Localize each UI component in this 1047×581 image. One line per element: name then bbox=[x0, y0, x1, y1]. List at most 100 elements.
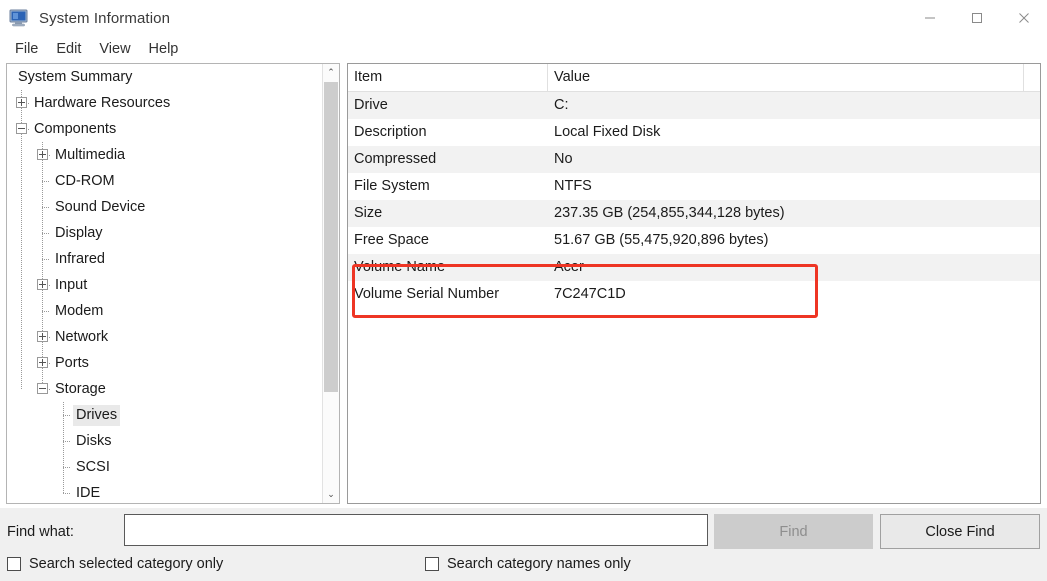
tree-scrollbar[interactable]: ⌃ ⌄ bbox=[322, 64, 339, 503]
table-cell-value: No bbox=[548, 146, 1024, 173]
search-selected-category-checkbox[interactable] bbox=[7, 557, 21, 571]
category-tree[interactable]: System Summary Hardware Resources Componen… bbox=[7, 64, 322, 503]
minimize-button[interactable] bbox=[906, 0, 953, 36]
tree-item-disks[interactable]: Disks bbox=[7, 428, 322, 454]
tree-item-modem[interactable]: Modem bbox=[7, 298, 322, 324]
close-button[interactable] bbox=[1000, 0, 1047, 36]
category-tree-panel: System Summary Hardware Resources Componen… bbox=[6, 63, 340, 504]
tree-connector bbox=[49, 285, 51, 286]
details-header-row: Item Value bbox=[348, 64, 1040, 92]
table-cell-value: NTFS bbox=[548, 173, 1024, 200]
table-cell-value: 51.67 GB (55,475,920,896 bytes) bbox=[548, 227, 1024, 254]
table-row[interactable]: Free Space51.67 GB (55,475,920,896 bytes… bbox=[348, 227, 1040, 254]
tree-connector bbox=[28, 129, 30, 130]
tree-connector bbox=[49, 155, 51, 156]
close-find-button[interactable]: Close Find bbox=[880, 514, 1040, 549]
tree-item-system-summary[interactable]: System Summary bbox=[7, 64, 322, 90]
tree-item-storage[interactable]: Storage bbox=[7, 376, 322, 402]
tree-item-label: Sound Device bbox=[52, 197, 148, 218]
window-title: System Information bbox=[39, 10, 170, 27]
search-selected-category-label: Search selected category only bbox=[29, 556, 223, 572]
column-header-item[interactable]: Item bbox=[348, 64, 548, 91]
table-cell-value: C: bbox=[548, 92, 1024, 119]
tree-item-sound-device[interactable]: Sound Device bbox=[7, 194, 322, 220]
menu-item-file[interactable]: File bbox=[6, 39, 47, 59]
collapse-icon[interactable] bbox=[37, 383, 48, 394]
expand-icon[interactable] bbox=[16, 97, 27, 108]
window-controls bbox=[906, 0, 1047, 36]
find-input[interactable] bbox=[124, 514, 708, 546]
tree-item-ports[interactable]: Ports bbox=[7, 350, 322, 376]
title-bar: System Information bbox=[0, 0, 1047, 36]
maximize-button[interactable] bbox=[953, 0, 1000, 36]
table-cell-item: Volume Serial Number bbox=[348, 281, 548, 308]
expand-icon[interactable] bbox=[37, 331, 48, 342]
table-cell-item: File System bbox=[348, 173, 548, 200]
tree-item-label: Modem bbox=[52, 301, 106, 322]
tree-item-label: Storage bbox=[52, 379, 109, 400]
scroll-down-icon[interactable]: ⌄ bbox=[323, 486, 339, 503]
tree-item-components[interactable]: Components bbox=[7, 116, 322, 142]
tree-item-label: Components bbox=[31, 119, 119, 140]
tree-item-label: IDE bbox=[73, 483, 103, 503]
tree-item-network[interactable]: Network bbox=[7, 324, 322, 350]
table-row[interactable]: DriveC: bbox=[348, 92, 1040, 119]
table-row[interactable]: Size237.35 GB (254,855,344,128 bytes) bbox=[348, 200, 1040, 227]
table-cell-item: Volume Name bbox=[348, 254, 548, 281]
tree-item-label: Multimedia bbox=[52, 145, 128, 166]
tree-item-input[interactable]: Input bbox=[7, 272, 322, 298]
search-selected-category-checkbox-row[interactable]: Search selected category only bbox=[7, 556, 223, 572]
tree-connector bbox=[49, 363, 51, 364]
tree-connector bbox=[63, 441, 71, 442]
tree-item-label: Ports bbox=[52, 353, 92, 374]
table-cell-value: 7C247C1D bbox=[548, 281, 1024, 308]
tree-item-scsi[interactable]: SCSI bbox=[7, 454, 322, 480]
table-row[interactable]: Volume Serial Number7C247C1D bbox=[348, 281, 1040, 308]
table-cell-item: Free Space bbox=[348, 227, 548, 254]
tree-item-multimedia[interactable]: Multimedia bbox=[7, 142, 322, 168]
tree-item-label: Display bbox=[52, 223, 106, 244]
tree-item-label: SCSI bbox=[73, 457, 113, 478]
scrollbar-thumb[interactable] bbox=[324, 82, 338, 392]
menu-item-view[interactable]: View bbox=[90, 39, 139, 59]
tree-connector bbox=[63, 493, 71, 494]
main-content: System Summary Hardware Resources Componen… bbox=[0, 61, 1047, 508]
search-category-names-checkbox-row[interactable]: Search category names only bbox=[425, 556, 631, 572]
collapse-icon[interactable] bbox=[16, 123, 27, 134]
tree-item-drives[interactable]: Drives bbox=[7, 402, 322, 428]
table-cell-item: Compressed bbox=[348, 146, 548, 173]
table-row[interactable]: DescriptionLocal Fixed Disk bbox=[348, 119, 1040, 146]
column-header-value[interactable]: Value bbox=[548, 64, 1024, 91]
tree-item-ide[interactable]: IDE bbox=[7, 480, 322, 503]
tree-connector bbox=[42, 233, 50, 234]
tree-connector bbox=[49, 389, 51, 390]
table-row[interactable]: File SystemNTFS bbox=[348, 173, 1040, 200]
expand-icon[interactable] bbox=[37, 279, 48, 290]
table-row[interactable]: CompressedNo bbox=[348, 146, 1040, 173]
menu-item-help[interactable]: Help bbox=[140, 39, 188, 59]
monitor-icon bbox=[9, 9, 29, 27]
expand-icon[interactable] bbox=[37, 357, 48, 368]
tree-item-label: Infrared bbox=[52, 249, 108, 270]
find-button[interactable]: Find bbox=[714, 514, 873, 549]
tree-item-label: Hardware Resources bbox=[31, 93, 173, 114]
tree-item-infrared[interactable]: Infrared bbox=[7, 246, 322, 272]
table-row[interactable]: Volume NameAcer bbox=[348, 254, 1040, 281]
expand-icon[interactable] bbox=[37, 149, 48, 160]
tree-connector bbox=[49, 337, 51, 338]
table-cell-value: 237.35 GB (254,855,344,128 bytes) bbox=[548, 200, 1024, 227]
details-rows: DriveC:DescriptionLocal Fixed DiskCompre… bbox=[348, 92, 1040, 308]
tree-connector bbox=[42, 207, 50, 208]
menu-bar: File Edit View Help bbox=[0, 36, 1047, 61]
tree-item-cd-rom[interactable]: CD-ROM bbox=[7, 168, 322, 194]
table-cell-item: Size bbox=[348, 200, 548, 227]
tree-item-hardware-resources[interactable]: Hardware Resources bbox=[7, 90, 322, 116]
search-category-names-checkbox[interactable] bbox=[425, 557, 439, 571]
table-cell-value: Acer bbox=[548, 254, 1024, 281]
tree-connector bbox=[63, 467, 71, 468]
tree-connector bbox=[63, 415, 71, 416]
tree-item-display[interactable]: Display bbox=[7, 220, 322, 246]
scroll-up-icon[interactable]: ⌃ bbox=[323, 64, 339, 81]
close-icon bbox=[1018, 12, 1030, 24]
menu-item-edit[interactable]: Edit bbox=[47, 39, 90, 59]
